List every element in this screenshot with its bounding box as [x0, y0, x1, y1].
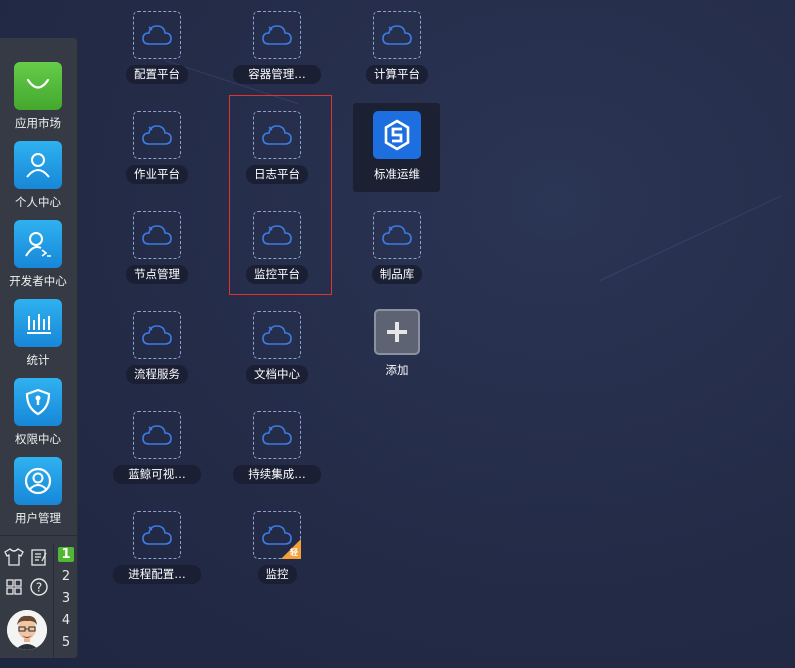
bar-chart-icon: [14, 299, 62, 347]
standard-ops-icon: [373, 111, 421, 159]
dock-app-label: 应用市场: [15, 116, 61, 130]
dock-divider: [0, 535, 78, 536]
add-app-button[interactable]: 添加: [342, 309, 452, 384]
app-label: 计算平台: [366, 65, 428, 84]
app-label: 配置平台: [126, 65, 188, 84]
cloud-icon: [253, 11, 301, 59]
cloud-icon: [133, 111, 181, 159]
app-doc-center[interactable]: 文档中心: [222, 311, 332, 388]
app-monitor[interactable]: 轻 监控: [222, 511, 332, 588]
dock-app-label: 个人中心: [15, 195, 61, 209]
cloud-icon: [253, 411, 301, 459]
app-label: 蓝鲸可视…: [113, 465, 201, 484]
user-icon: [14, 141, 62, 189]
dock-permission-center[interactable]: 权限中心: [0, 378, 76, 447]
dock-user-management[interactable]: 用户管理: [0, 457, 76, 526]
dock-developer-center[interactable]: 开发者中心: [0, 220, 76, 289]
desktop-switch-4[interactable]: 4: [56, 613, 76, 628]
plus-icon: [374, 309, 420, 355]
app-bk-visualization[interactable]: 蓝鲸可视…: [102, 411, 212, 488]
cloud-icon: [133, 11, 181, 59]
app-artifact-repo[interactable]: 制品库: [342, 211, 452, 288]
app-label: 节点管理: [126, 265, 188, 284]
app-label: 监控: [257, 565, 297, 584]
developer-icon: [14, 220, 62, 268]
grid-icon[interactable]: [3, 576, 25, 598]
app-label: 容器管理…: [233, 65, 321, 84]
dock-app-label: 权限中心: [15, 432, 61, 446]
app-standard-ops[interactable]: 标准运维: [342, 111, 452, 188]
app-process-config[interactable]: 进程配置…: [102, 511, 212, 588]
app-label: 文档中心: [246, 365, 308, 384]
dock-app-label: 开发者中心: [9, 274, 67, 288]
highlight-box: [229, 95, 332, 295]
cloud-icon: [373, 11, 421, 59]
dock-divider: [53, 543, 54, 658]
cloud-icon: 轻: [253, 511, 301, 559]
app-node-management[interactable]: 节点管理: [102, 211, 212, 288]
shopping-bag-icon: [14, 62, 62, 110]
desktop-switch-1[interactable]: 1: [58, 547, 74, 562]
app-label: 流程服务: [126, 365, 188, 384]
cloud-icon: [133, 311, 181, 359]
shirt-icon[interactable]: [3, 546, 25, 568]
dock-personal-center[interactable]: 个人中心: [0, 141, 76, 210]
shield-icon: [14, 378, 62, 426]
cloud-icon: [253, 311, 301, 359]
desktop-switch-5[interactable]: 5: [56, 635, 76, 650]
app-config-platform[interactable]: 配置平台: [102, 11, 212, 88]
app-compute-platform[interactable]: 计算平台: [342, 11, 452, 88]
dock-app-market[interactable]: 应用市场: [0, 62, 76, 131]
app-label: 添加: [385, 363, 409, 377]
cloud-icon: [133, 211, 181, 259]
app-container-management[interactable]: 容器管理…: [222, 11, 332, 88]
app-job-platform[interactable]: 作业平台: [102, 111, 212, 188]
dock-statistics[interactable]: 统计: [0, 299, 76, 368]
dock-app-label: 用户管理: [15, 511, 61, 525]
cloud-icon: [373, 211, 421, 259]
help-icon[interactable]: ?: [28, 576, 50, 598]
user-circle-icon: [14, 457, 62, 505]
app-flow-service[interactable]: 流程服务: [102, 311, 212, 388]
desktop-switch-2[interactable]: 2: [56, 569, 76, 584]
app-label: 进程配置…: [113, 565, 201, 584]
cloud-icon: [133, 511, 181, 559]
cloud-icon: [133, 411, 181, 459]
notes-icon[interactable]: [28, 546, 50, 568]
app-label: 持续集成…: [233, 465, 321, 484]
desktop-switch-3[interactable]: 3: [56, 591, 76, 606]
dock-app-label: 统计: [26, 353, 50, 367]
svg-text:?: ?: [36, 581, 42, 595]
app-label: 作业平台: [126, 165, 188, 184]
app-continuous-integration[interactable]: 持续集成…: [222, 411, 332, 488]
avatar[interactable]: [7, 610, 47, 650]
app-dock: 应用市场 个人中心 开发者中心 统计 权限中心 用户管理 ? 1 2 3 4 5: [0, 38, 78, 658]
app-label: 制品库: [371, 265, 423, 284]
light-app-badge-text: 轻: [290, 548, 298, 557]
app-label: 标准运维: [374, 167, 420, 181]
